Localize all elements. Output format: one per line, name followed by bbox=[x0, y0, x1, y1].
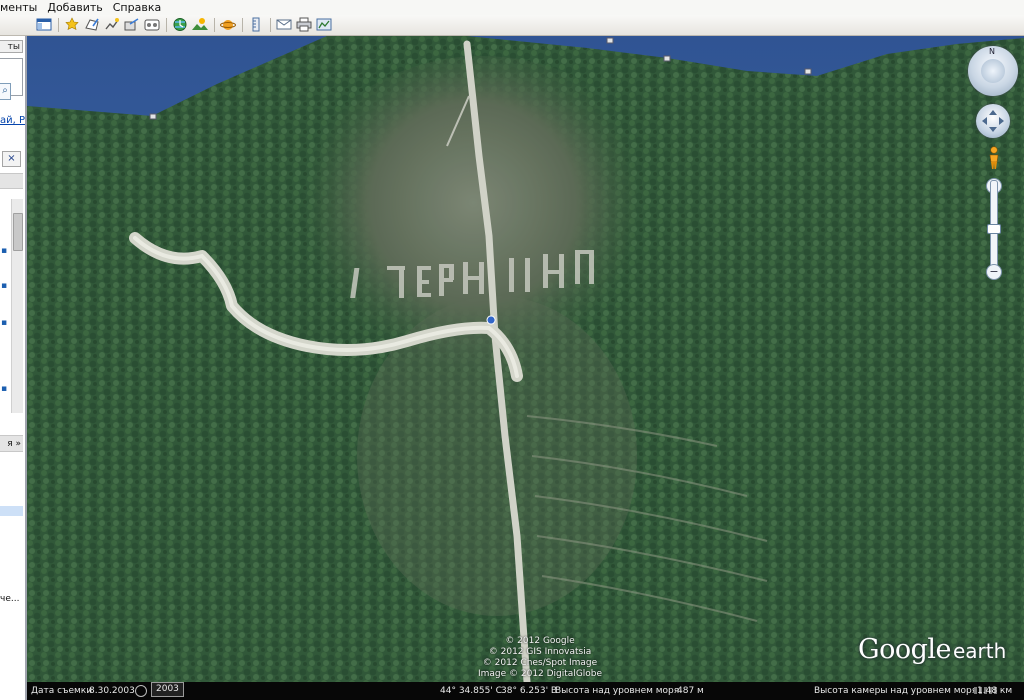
pegman-icon[interactable] bbox=[988, 146, 1000, 170]
planets-icon[interactable] bbox=[220, 17, 236, 32]
layers-more-label[interactable]: че... bbox=[0, 594, 19, 604]
imagery-credits: © 2012 Google © 2012 GIS Innovatsia © 20… bbox=[440, 636, 640, 680]
email-icon[interactable] bbox=[276, 17, 292, 32]
places-scrollbar[interactable] bbox=[11, 199, 23, 413]
longitude-readout: 38° 6.253' В bbox=[501, 686, 558, 696]
tour-icon[interactable] bbox=[144, 17, 160, 32]
compass-north-label: N bbox=[989, 47, 995, 56]
layers-header-label: я bbox=[7, 439, 13, 449]
look-around-control[interactable]: N bbox=[968, 46, 1018, 96]
elevation-value: 487 м bbox=[677, 686, 704, 696]
move-arrows-icon bbox=[982, 110, 1004, 132]
sidebar-toggle-icon[interactable] bbox=[36, 17, 52, 32]
print-icon[interactable] bbox=[296, 17, 312, 32]
logo-earth-text: earth bbox=[952, 639, 1007, 663]
clock-icon[interactable] bbox=[135, 685, 147, 697]
toolbar bbox=[0, 15, 1024, 36]
credit-line: © 2012 GIS Innovatsia bbox=[488, 647, 592, 657]
look-joystick[interactable] bbox=[981, 59, 1005, 83]
chevron-right-icon: » bbox=[15, 439, 21, 449]
menu-tools[interactable]: менты bbox=[0, 0, 42, 15]
imagery-date-label: Дата съемки bbox=[31, 686, 93, 696]
path-icon[interactable] bbox=[104, 17, 120, 32]
imagery-date: 8.30.2003 bbox=[89, 686, 135, 696]
view-in-maps-icon[interactable] bbox=[316, 17, 332, 32]
place-checkbox-icon[interactable]: ▪ bbox=[1, 318, 7, 328]
logo-google-text: Google bbox=[858, 634, 951, 665]
place-checkbox-icon[interactable]: ▪ bbox=[1, 281, 7, 291]
place-checkbox-icon[interactable]: ▪ bbox=[1, 246, 7, 256]
credit-line: © 2012 Cnes/Spot Image bbox=[482, 658, 598, 668]
historical-imagery-icon[interactable] bbox=[172, 17, 188, 32]
status-bar: Дата съемки 8.30.2003 2003 44° 34.855' С… bbox=[27, 682, 1024, 700]
credit-line: Image © 2012 DigitalGlobe bbox=[477, 669, 603, 679]
credit-line: © 2012 Google bbox=[505, 636, 575, 646]
menu-help[interactable]: Справка bbox=[108, 0, 166, 15]
selected-layer-row[interactable] bbox=[0, 506, 23, 516]
search-result-link[interactable]: ай, Рс bbox=[0, 115, 25, 126]
layers-header[interactable]: я » bbox=[0, 435, 23, 452]
move-control[interactable] bbox=[976, 104, 1010, 138]
menu-add[interactable]: Добавить bbox=[42, 0, 107, 15]
map-view[interactable] bbox=[27, 36, 1024, 682]
placemark-icon[interactable] bbox=[64, 17, 80, 32]
polygon-icon[interactable] bbox=[84, 17, 100, 32]
sunlight-icon[interactable] bbox=[192, 17, 208, 32]
sidebar-tab-places[interactable]: ты bbox=[0, 40, 23, 53]
elevation-label: Высота над уровнем моря bbox=[555, 686, 680, 696]
place-checkbox-icon[interactable]: ▪ bbox=[1, 384, 7, 394]
historical-year-button[interactable]: 2003 bbox=[151, 682, 184, 697]
terrain-imagery[interactable] bbox=[27, 36, 1024, 682]
panel-divider bbox=[0, 173, 23, 189]
search-icon[interactable]: ⌕ bbox=[0, 83, 11, 100]
zoom-out-button[interactable]: − bbox=[986, 264, 1002, 280]
eye-altitude-value: 1.48 км bbox=[977, 686, 1013, 696]
eye-altitude-label: Высота камеры над уровнем моря bbox=[814, 686, 978, 696]
close-icon[interactable]: × bbox=[2, 151, 21, 167]
zoom-slider-knob[interactable] bbox=[987, 224, 1001, 234]
menu-bar: менты Добавить Справка bbox=[0, 0, 1024, 16]
sidebar-panel: ты ⌕ ай, Рс × ▪ ▪ ▪ ▪ я » че... bbox=[0, 36, 27, 700]
google-earth-logo: Google earth bbox=[858, 634, 1006, 665]
ruler-icon[interactable] bbox=[248, 17, 264, 32]
image-overlay-icon[interactable] bbox=[124, 17, 140, 32]
scrollbar-thumb[interactable] bbox=[13, 213, 23, 251]
latitude-readout: 44° 34.855' С bbox=[440, 686, 502, 696]
